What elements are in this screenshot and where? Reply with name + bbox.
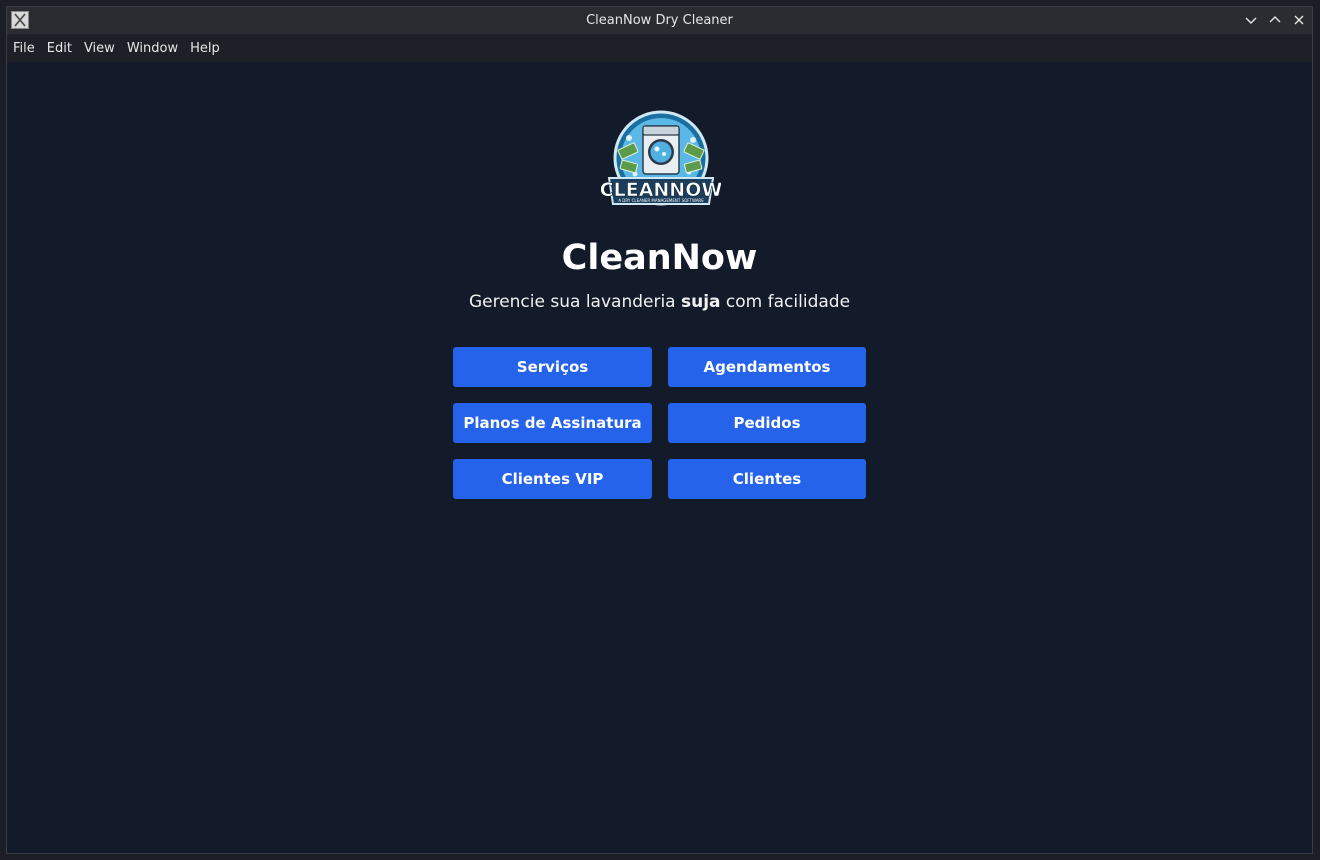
navigation-buttons: Serviços Agendamentos Planos de Assinatu… [453, 347, 867, 499]
pedidos-button[interactable]: Pedidos [668, 403, 866, 443]
minimize-icon[interactable] [1242, 11, 1260, 29]
app-name: CleanNow [561, 238, 758, 278]
app-tagline: Gerencie sua lavanderia suja com facilid… [468, 292, 851, 312]
menu-bar: File Edit View Window Help [7, 34, 1312, 62]
menu-window[interactable]: Window [121, 41, 184, 56]
maximize-icon[interactable] [1266, 11, 1284, 29]
menu-view[interactable]: View [78, 41, 121, 56]
clientes-vip-button[interactable]: Clientes VIP [453, 459, 652, 499]
menu-file[interactable]: File [7, 41, 41, 56]
clientes-button[interactable]: Clientes [668, 459, 866, 499]
logo-tagline: A DRY CLEANER MANAGEMENT SOFTWARE [618, 198, 704, 203]
cleannow-logo: CLEANNOW A DRY CLEANER MANAGEMENT SOFTWA… [601, 110, 721, 206]
agendamentos-button[interactable]: Agendamentos [668, 347, 866, 387]
main-content: CLEANNOW A DRY CLEANER MANAGEMENT SOFTWA… [7, 62, 1312, 853]
title-bar[interactable]: CleanNow Dry Cleaner [7, 7, 1312, 34]
window-title: CleanNow Dry Cleaner [586, 13, 733, 28]
close-icon[interactable] [1290, 11, 1308, 29]
menu-edit[interactable]: Edit [41, 41, 78, 56]
servicos-button[interactable]: Serviços [453, 347, 652, 387]
menu-help[interactable]: Help [184, 41, 226, 56]
app-window: CleanNow Dry Cleaner File Edit View Wind… [6, 6, 1313, 854]
planos-assinatura-button[interactable]: Planos de Assinatura [453, 403, 652, 443]
